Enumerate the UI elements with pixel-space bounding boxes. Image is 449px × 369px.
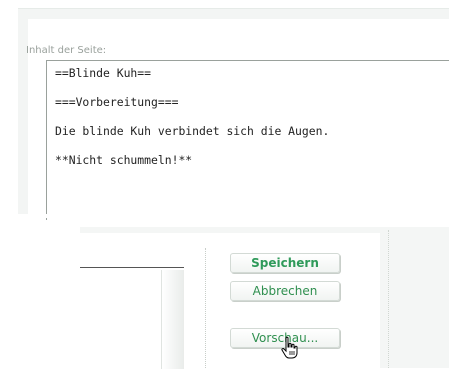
textarea-scroll-edge	[161, 270, 184, 369]
save-button[interactable]: Speichern	[230, 253, 340, 273]
content-line-heading: ==Blinde Kuh==	[55, 66, 152, 80]
cancel-button[interactable]: Abbrechen	[230, 281, 340, 301]
content-line-text: Die blinde Kuh verbindet sich die Augen.	[55, 124, 330, 138]
content-label: Inhalt der Seite:	[26, 45, 107, 56]
separator-dotted-right	[388, 230, 389, 368]
section-divider	[18, 214, 449, 218]
page-content-textarea[interactable]: ==Blinde Kuh== ===Vorbereitung=== Die bl…	[46, 60, 449, 220]
textarea-corner	[80, 267, 184, 369]
content-line-subheading: ===Vorbereitung===	[55, 95, 179, 109]
content-line-bold: **Nicht schummeln!**	[55, 153, 193, 167]
hand-pointer-icon	[281, 336, 298, 359]
separator-dotted	[205, 248, 206, 368]
